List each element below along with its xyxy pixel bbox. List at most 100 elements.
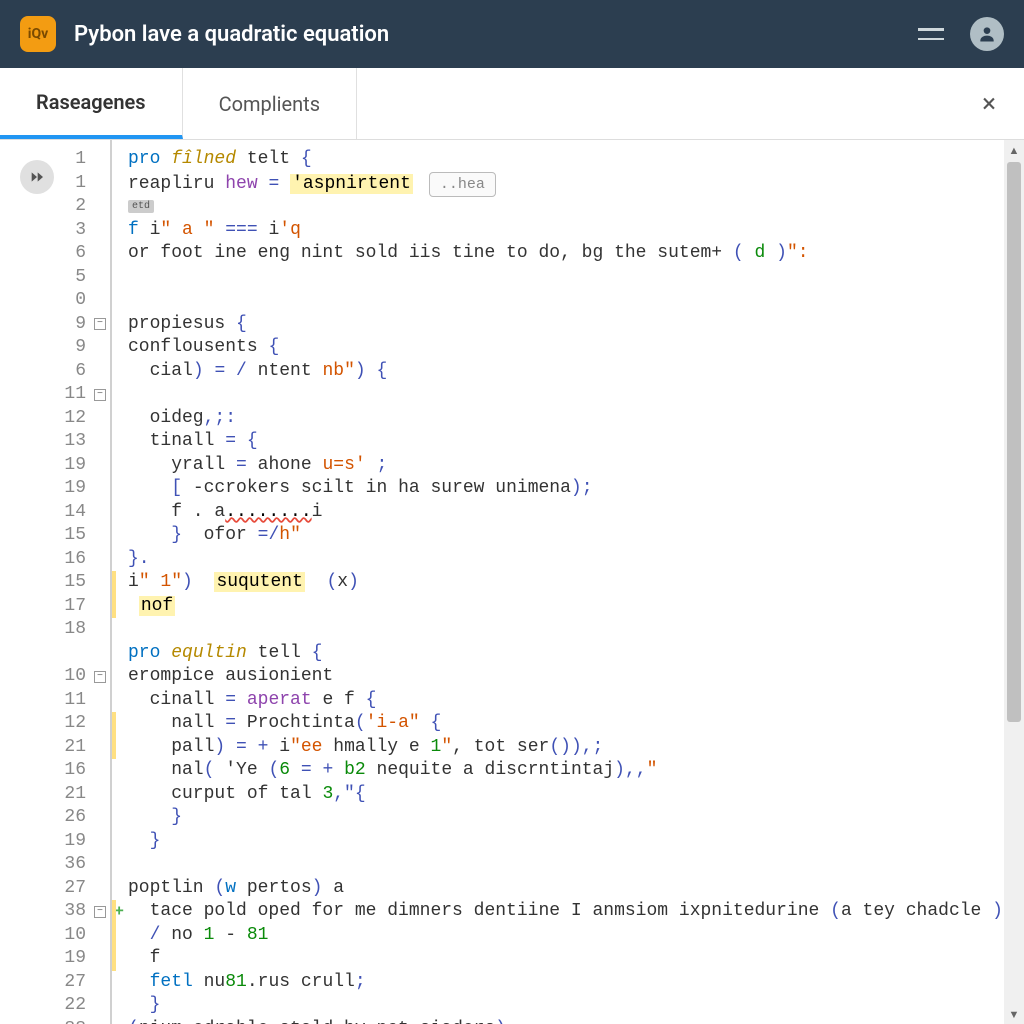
code-line[interactable]: erompice ausionient xyxy=(128,665,1024,689)
vertical-scrollbar[interactable]: ▲ ▼ xyxy=(1004,140,1024,1024)
line-number: 26 xyxy=(0,806,110,830)
code-line[interactable] xyxy=(128,289,1024,313)
line-number: 19 xyxy=(0,477,110,501)
line-number: 9 xyxy=(0,336,110,360)
line-number: 88 xyxy=(0,1018,110,1024)
change-marker xyxy=(112,924,116,948)
code-line[interactable]: [ -ccrokers scilt in ha surew unimena); xyxy=(128,477,1024,501)
line-number: 13 xyxy=(0,430,110,454)
code-line[interactable]: fetl nu81.rus crull; xyxy=(128,971,1024,995)
line-number xyxy=(0,642,110,666)
close-icon[interactable]: × xyxy=(982,89,996,119)
scroll-up-icon[interactable]: ▲ xyxy=(1004,140,1024,160)
code-line[interactable]: nal( 'Ye (6 = + b2 nequite a discrntinta… xyxy=(128,759,1024,783)
line-number: 3 xyxy=(0,219,110,243)
code-line[interactable] xyxy=(128,383,1024,407)
change-marker xyxy=(112,595,116,619)
code-line[interactable]: oideg,;: xyxy=(128,407,1024,431)
code-line[interactable]: } xyxy=(128,806,1024,830)
fold-toggle-icon[interactable]: − xyxy=(94,906,106,918)
tab-complients[interactable]: Complients xyxy=(183,68,357,139)
code-line[interactable]: pro equltin tell { xyxy=(128,642,1024,666)
line-number-gutter: 11236509−9611−1213191914151615171810−111… xyxy=(0,140,110,1024)
code-line[interactable]: } xyxy=(128,994,1024,1018)
code-line[interactable]: i" 1") suqutent (x) xyxy=(128,571,1024,595)
tab-bar: Raseagenes Complients × xyxy=(0,68,1024,140)
line-number: 17 xyxy=(0,595,110,619)
line-number: 1 xyxy=(0,148,110,172)
hamburger-menu-icon[interactable] xyxy=(918,28,944,40)
inline-badge: etd xyxy=(128,200,154,213)
code-area[interactable]: pro fîlned telt {reapliru hew = 'aspnirt… xyxy=(110,140,1024,1024)
user-avatar[interactable] xyxy=(970,17,1004,51)
line-number: 27 xyxy=(0,877,110,901)
scroll-thumb[interactable] xyxy=(1007,162,1021,722)
change-marker xyxy=(112,947,116,971)
line-number: 21 xyxy=(0,736,110,760)
code-line[interactable]: nof xyxy=(128,595,1024,619)
line-number: 19 xyxy=(0,830,110,854)
line-number: 21 xyxy=(0,783,110,807)
code-line[interactable]: nall = Prochtinta('i-a" { xyxy=(128,712,1024,736)
inline-hint[interactable]: ..hea xyxy=(429,172,496,198)
code-line[interactable]: or foot ine eng nint sold iis tine to do… xyxy=(128,242,1024,266)
line-number: 18 xyxy=(0,618,110,642)
code-line[interactable]: curput of tal 3,"{ xyxy=(128,783,1024,807)
change-marker xyxy=(112,571,116,595)
line-number: 19 xyxy=(0,947,110,971)
code-line[interactable]: / no 1 - 81 xyxy=(128,924,1024,948)
scroll-down-icon[interactable]: ▼ xyxy=(1004,1004,1024,1024)
code-line[interactable]: pro fîlned telt { xyxy=(128,148,1024,172)
line-number: 10 xyxy=(0,924,110,948)
line-number: 19 xyxy=(0,454,110,478)
line-number: 1 xyxy=(0,172,110,196)
code-line[interactable]: tace pold oped for me dimners dentiine I… xyxy=(128,900,1024,924)
code-line[interactable]: propiesus { xyxy=(128,313,1024,337)
line-number: 12 xyxy=(0,712,110,736)
code-line[interactable]: } xyxy=(128,830,1024,854)
code-line[interactable]: reapliru hew = 'aspnirtent..hea xyxy=(128,172,1024,196)
line-number: 2 xyxy=(0,195,110,219)
code-line[interactable]: } ofor =/h" xyxy=(128,524,1024,548)
code-line[interactable]: yrall = ahone u=s' ; xyxy=(128,454,1024,478)
code-line[interactable]: tinall = { xyxy=(128,430,1024,454)
line-number: 9− xyxy=(0,313,110,337)
line-number: 27 xyxy=(0,971,110,995)
code-line[interactable]: cinall = aperat e f { xyxy=(128,689,1024,713)
code-line[interactable]: f xyxy=(128,947,1024,971)
fold-toggle-icon[interactable]: − xyxy=(94,671,106,683)
person-icon xyxy=(977,24,997,44)
code-line[interactable]: poptlin (w pertos) a xyxy=(128,877,1024,901)
line-number: 38−+ xyxy=(0,900,110,924)
line-number: 15 xyxy=(0,571,110,595)
code-line[interactable]: f i" a " === i'q xyxy=(128,219,1024,243)
code-line[interactable] xyxy=(128,853,1024,877)
line-number: 14 xyxy=(0,501,110,525)
line-number: 12 xyxy=(0,407,110,431)
line-number: 5 xyxy=(0,266,110,290)
tab-raseagenes[interactable]: Raseagenes xyxy=(0,68,183,139)
fold-toggle-icon[interactable]: − xyxy=(94,389,106,401)
change-marker xyxy=(112,900,116,924)
code-line[interactable]: f . a........i xyxy=(128,501,1024,525)
line-number: 36 xyxy=(0,853,110,877)
change-marker xyxy=(112,736,116,760)
code-line[interactable] xyxy=(128,266,1024,290)
app-logo: iQv xyxy=(20,16,56,52)
header-actions xyxy=(918,17,1004,51)
code-line[interactable]: cial) = / ntent nb") { xyxy=(128,360,1024,384)
line-number: 16 xyxy=(0,759,110,783)
code-line[interactable]: }. xyxy=(128,548,1024,572)
code-line[interactable]: conflousents { xyxy=(128,336,1024,360)
line-number: 16 xyxy=(0,548,110,572)
code-line[interactable]: pall) = + i"ee hmally e 1", tot ser()),; xyxy=(128,736,1024,760)
line-number: 11 xyxy=(0,689,110,713)
code-line[interactable] xyxy=(128,618,1024,642)
page-title: Pybon lave a quadratic equation xyxy=(74,22,918,47)
line-number: 11− xyxy=(0,383,110,407)
code-line[interactable]: (pium edrable stald by not siaders) xyxy=(128,1018,1024,1024)
code-editor: 11236509−9611−1213191914151615171810−111… xyxy=(0,140,1024,1024)
line-number: 10− xyxy=(0,665,110,689)
code-line[interactable]: etd xyxy=(128,195,1024,219)
fold-toggle-icon[interactable]: − xyxy=(94,318,106,330)
